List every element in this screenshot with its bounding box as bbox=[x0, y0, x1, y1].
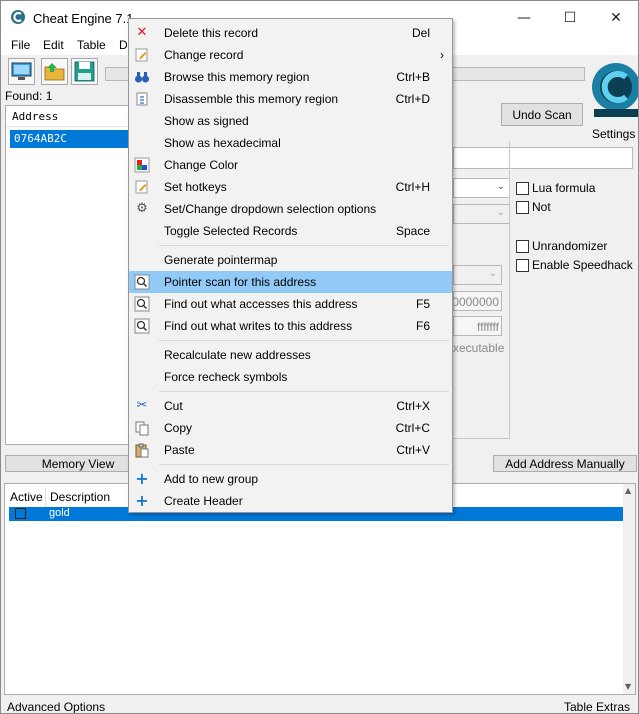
lua-formula-label: Lua formula bbox=[532, 181, 596, 195]
description-column-header[interactable]: Description bbox=[50, 490, 110, 504]
menu-separator bbox=[159, 340, 449, 341]
found-count-label: Found: 1 bbox=[5, 89, 53, 103]
column-divider bbox=[45, 488, 46, 506]
scan-options-panel bbox=[453, 141, 510, 439]
not-checkbox[interactable] bbox=[516, 201, 529, 214]
unrandomizer-label: Unrandomizer bbox=[532, 239, 608, 253]
context-menu: ✕ Delete this record Del Change record ›… bbox=[128, 18, 453, 513]
menu-item-copy[interactable]: Copy Ctrl+C bbox=[129, 417, 452, 439]
find-access-icon bbox=[134, 296, 150, 312]
active-column-header[interactable]: Active bbox=[10, 490, 43, 504]
window-title: Cheat Engine 7.1 bbox=[33, 11, 134, 26]
menu-item-force-recheck[interactable]: Force recheck symbols bbox=[129, 366, 452, 388]
submenu-arrow-icon: › bbox=[440, 48, 444, 62]
edit-record-icon bbox=[134, 47, 150, 63]
save-table-button[interactable] bbox=[71, 58, 98, 85]
computer-icon bbox=[11, 62, 32, 80]
cheat-engine-icon bbox=[11, 10, 25, 24]
maximize-button[interactable]: ☐ bbox=[547, 1, 593, 35]
menu-item-browse-memory[interactable]: Browse this memory region Ctrl+B bbox=[129, 66, 452, 88]
menu-item-disassemble[interactable]: Disassemble this memory region Ctrl+D bbox=[129, 88, 452, 110]
menu-table[interactable]: Table bbox=[77, 38, 106, 52]
folder-open-icon bbox=[44, 63, 65, 81]
minimize-button[interactable]: — bbox=[501, 1, 547, 35]
pointer-scan-icon bbox=[134, 274, 150, 290]
menu-item-find-writes[interactable]: Find out what writes to this address F6 bbox=[129, 315, 452, 337]
cheat-table[interactable]: Active Description gold ▲ ▼ bbox=[4, 483, 636, 695]
open-process-button[interactable] bbox=[8, 58, 35, 85]
open-table-button[interactable] bbox=[41, 58, 68, 85]
menu-item-find-accesses[interactable]: Find out what accesses this address F5 bbox=[129, 293, 452, 315]
menu-d[interactable]: D bbox=[119, 38, 128, 52]
gear-icon: ⚙ bbox=[136, 201, 148, 216]
menu-separator bbox=[159, 391, 449, 392]
menu-item-cut[interactable]: ✂ Cut Ctrl+X bbox=[129, 395, 452, 417]
scroll-down-icon[interactable]: ▼ bbox=[625, 682, 631, 691]
speedhack-label: Enable Speedhack bbox=[532, 258, 633, 272]
menu-item-paste[interactable]: Paste Ctrl+V bbox=[129, 439, 452, 461]
lua-formula-checkbox[interactable] bbox=[516, 182, 529, 195]
plus-icon: + bbox=[135, 491, 149, 510]
menu-item-recalculate[interactable]: Recalculate new addresses bbox=[129, 344, 452, 366]
floppy-disk-icon bbox=[74, 61, 95, 82]
add-address-manually-button[interactable]: Add Address Manually bbox=[493, 455, 637, 472]
found-address-row[interactable]: 0764AB2C bbox=[10, 130, 130, 148]
copy-icon bbox=[134, 420, 150, 436]
not-label: Not bbox=[532, 200, 551, 214]
menu-item-toggle-records[interactable]: Toggle Selected Records Space bbox=[129, 220, 452, 242]
menu-separator bbox=[159, 245, 449, 246]
menu-edit[interactable]: Edit bbox=[43, 38, 64, 52]
menu-separator bbox=[159, 464, 449, 465]
undo-scan-button[interactable]: Undo Scan bbox=[501, 103, 583, 126]
close-icon: ✕ bbox=[610, 10, 622, 26]
scissors-icon: ✂ bbox=[136, 398, 148, 413]
address-column-header[interactable]: Address bbox=[6, 106, 130, 127]
cheat-engine-logo[interactable] bbox=[586, 53, 639, 127]
delete-x-icon: ✕ bbox=[136, 25, 148, 40]
maximize-icon: ☐ bbox=[563, 10, 577, 26]
menu-item-dropdown-options[interactable]: ⚙ Set/Change dropdown selection options bbox=[129, 198, 452, 220]
vertical-scrollbar[interactable]: ▲ ▼ bbox=[623, 484, 635, 694]
find-writes-icon bbox=[134, 318, 150, 334]
unrandomizer-checkbox[interactable] bbox=[516, 240, 529, 253]
minimize-icon: — bbox=[517, 10, 531, 26]
active-checkbox[interactable] bbox=[15, 508, 26, 519]
menu-item-generate-pointermap[interactable]: Generate pointermap bbox=[129, 249, 452, 271]
advanced-options-link[interactable]: Advanced Options bbox=[7, 700, 105, 713]
color-palette-icon bbox=[134, 157, 150, 173]
close-button[interactable]: ✕ bbox=[593, 1, 638, 35]
menu-item-show-signed[interactable]: Show as signed bbox=[129, 110, 452, 132]
speedhack-checkbox[interactable] bbox=[516, 259, 529, 272]
menu-item-show-hex[interactable]: Show as hexadecimal bbox=[129, 132, 452, 154]
menu-item-set-hotkeys[interactable]: Set hotkeys Ctrl+H bbox=[129, 176, 452, 198]
menu-item-delete-record[interactable]: ✕ Delete this record Del bbox=[129, 22, 452, 44]
found-address-list[interactable]: Address 0764AB2C bbox=[5, 105, 131, 445]
paste-icon bbox=[134, 442, 150, 458]
cheat-engine-window: Cheat Engine 7.1 — ☐ ✕ File Edit Table D bbox=[0, 0, 639, 714]
hotkey-icon bbox=[134, 179, 150, 195]
scroll-up-icon[interactable]: ▲ bbox=[625, 486, 631, 495]
row-description: gold bbox=[49, 507, 70, 519]
binoculars-icon bbox=[134, 69, 150, 85]
menu-item-pointer-scan[interactable]: Pointer scan for this address bbox=[129, 271, 452, 293]
table-extras-link[interactable]: Table Extras bbox=[564, 700, 630, 713]
menu-file[interactable]: File bbox=[11, 38, 30, 52]
menu-item-change-record[interactable]: Change record › bbox=[129, 44, 452, 66]
disassemble-icon bbox=[134, 91, 150, 107]
menu-item-change-color[interactable]: Change Color bbox=[129, 154, 452, 176]
menu-item-add-to-group[interactable]: + Add to new group bbox=[129, 468, 452, 490]
plus-icon: + bbox=[135, 469, 149, 488]
settings-label[interactable]: Settings bbox=[592, 127, 635, 141]
menu-item-create-header[interactable]: + Create Header bbox=[129, 490, 452, 512]
